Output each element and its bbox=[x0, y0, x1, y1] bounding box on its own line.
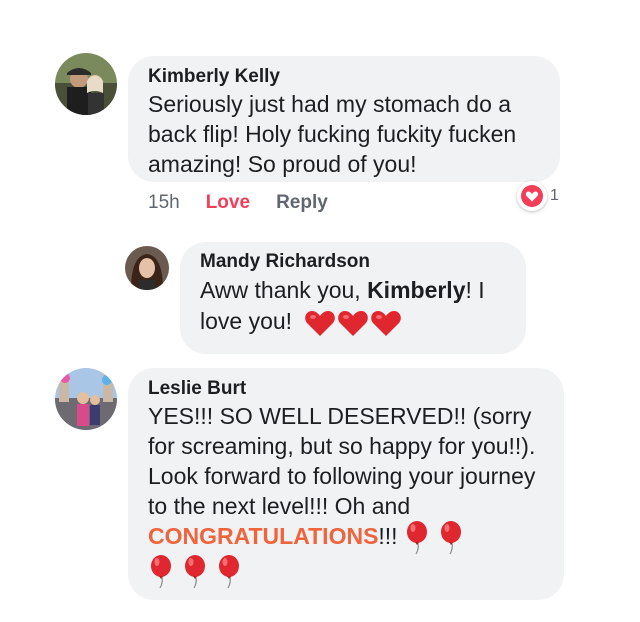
reaction-count: 1 bbox=[550, 187, 559, 204]
congratulations-highlight: CONGRATULATIONS bbox=[148, 523, 379, 550]
avatar-leslie-burt[interactable] bbox=[55, 368, 117, 430]
reaction-summary[interactable]: 1 bbox=[517, 181, 559, 211]
comment-author[interactable]: Kimberly Kelly bbox=[148, 66, 542, 88]
comment-text: Aww thank you, Kimberly! I love you! bbox=[200, 275, 508, 338]
reply-text-before: Aww thank you, bbox=[200, 277, 368, 303]
comment-author[interactable]: Mandy Richardson bbox=[200, 251, 508, 273]
love-link[interactable]: Love bbox=[206, 192, 250, 213]
comment-exclamations: !!! bbox=[378, 523, 398, 550]
comment-text: Seriously just had my stomach do a back … bbox=[148, 91, 517, 177]
comment-bubble-leslie: Leslie Burt YES!!! SO WELL DESERVED!! (s… bbox=[128, 368, 564, 600]
avatar-kimberly-kelly[interactable] bbox=[55, 53, 117, 115]
comment-actions: 15h Love Reply bbox=[148, 192, 328, 214]
comment-text: YES!!! SO WELL DESERVED!! (sorry for scr… bbox=[148, 401, 546, 589]
avatar-mandy-richardson[interactable] bbox=[125, 246, 169, 290]
reply-link[interactable]: Reply bbox=[276, 192, 328, 213]
red-hearts-emoji bbox=[298, 308, 404, 336]
comment-author[interactable]: Leslie Burt bbox=[148, 378, 546, 400]
mention-kimberly[interactable]: Kimberly bbox=[367, 277, 465, 303]
balloon-emoji-row bbox=[398, 521, 474, 555]
comment-bubble-mandy: Mandy Richardson Aww thank you, Kimberly… bbox=[180, 242, 526, 354]
balloon-emoji-row-2 bbox=[148, 555, 258, 589]
comment-body: YES!!! SO WELL DESERVED!! (sorry for scr… bbox=[148, 403, 536, 519]
comment-timestamp[interactable]: 15h bbox=[148, 192, 180, 213]
love-reaction-icon bbox=[517, 181, 547, 211]
comment-bubble-kimberly: Kimberly Kelly Seriously just had my sto… bbox=[128, 56, 560, 182]
